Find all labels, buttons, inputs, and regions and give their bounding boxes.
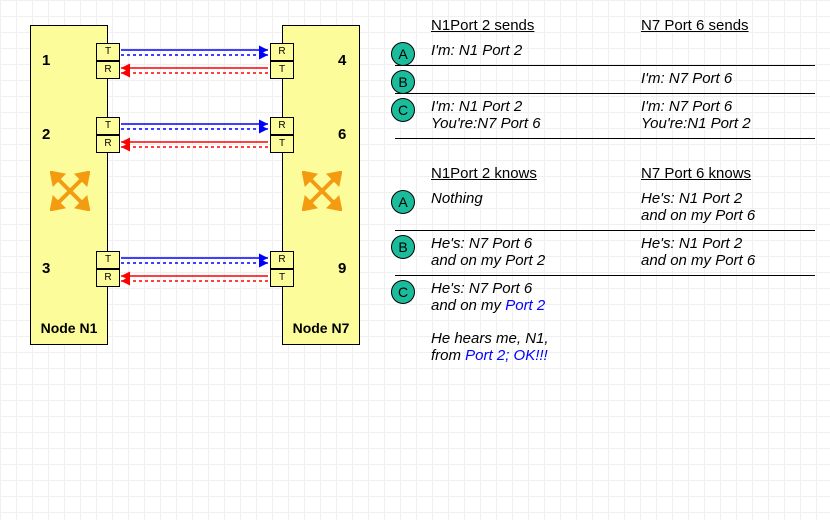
knows-c-left: He's: N7 Port 6 and on my Port 2 <box>395 280 605 314</box>
knows-badge-b: B <box>391 235 415 259</box>
port-3-rx: R <box>96 269 120 287</box>
port-6-rx: R <box>270 117 294 135</box>
port-9-number: 9 <box>338 260 346 277</box>
knows-c-left-blue: Port 2 <box>505 297 545 314</box>
port-2-tx: T <box>96 117 120 135</box>
final-note: He hears me, N1, from Port 2; OK!!! <box>431 330 815 364</box>
knows-row-c: C He's: N7 Port 6 and on my Port 2 <box>395 276 815 320</box>
port-9-stack: R T 9 <box>270 251 294 287</box>
sends-c-left: I'm: N1 Port 2 You're:N7 Port 6 <box>395 98 605 132</box>
port-4-tx: T <box>270 61 294 79</box>
knows-badge-c: C <box>391 280 415 304</box>
sends-row-a: A I'm: N1 Port 2 <box>395 38 815 66</box>
node-n1-label: Node N1 <box>31 320 107 336</box>
port-4-stack: R T 4 <box>270 43 294 79</box>
knows-b-right: He's: N1 Port 2 and on my Port 6 <box>605 235 815 269</box>
sends-header-left: N1Port 2 sends <box>395 15 605 38</box>
port-6-number: 6 <box>338 126 346 143</box>
knows-a-left: Nothing <box>395 190 605 207</box>
node-link-diagram: Node N1 Node N7 T R 1 T R 2 T R 3 R T 4 … <box>10 25 380 365</box>
port-6-tx: T <box>270 135 294 153</box>
knows-badge-a: A <box>391 190 415 214</box>
protocol-tables: N1Port 2 sends N7 Port 6 sends A I'm: N1… <box>395 15 815 388</box>
sends-b-right: I'm: N7 Port 6 <box>605 70 815 87</box>
knows-row-a: A Nothing He's: N1 Port 2 and on my Port… <box>395 186 815 231</box>
knows-table: N1Port 2 knows N7 Port 6 knows A Nothing… <box>395 163 815 364</box>
port-9-rx: R <box>270 251 294 269</box>
port-1-rx: R <box>96 61 120 79</box>
node-n7-label: Node N7 <box>283 320 359 336</box>
sends-a-left: I'm: N1 Port 2 <box>395 42 605 59</box>
port-9-tx: T <box>270 269 294 287</box>
port-4-number: 4 <box>338 52 346 69</box>
knows-header-left: N1Port 2 knows <box>395 163 605 186</box>
port-3-tx: T <box>96 251 120 269</box>
sends-row-b: B I'm: N7 Port 6 <box>395 66 815 94</box>
badge-c: C <box>391 98 415 122</box>
knows-b-left: He's: N7 Port 6 and on my Port 2 <box>395 235 605 269</box>
port-2-number: 2 <box>42 126 50 143</box>
port-3-stack: T R 3 <box>96 251 120 287</box>
final-note-blue: Port 2; OK!!! <box>465 347 548 364</box>
port-4-rx: R <box>270 43 294 61</box>
knows-a-right: He's: N1 Port 2 and on my Port 6 <box>605 190 815 224</box>
knows-row-b: B He's: N7 Port 6 and on my Port 2 He's:… <box>395 231 815 276</box>
port-3-number: 3 <box>42 260 50 277</box>
sends-c-right: I'm: N7 Port 6 You're:N1 Port 2 <box>605 98 815 132</box>
port-1-number: 1 <box>42 52 50 69</box>
sends-table: N1Port 2 sends N7 Port 6 sends A I'm: N1… <box>395 15 815 139</box>
switch-icon-left <box>50 171 90 211</box>
badge-a: A <box>391 42 415 66</box>
knows-header-right: N7 Port 6 knows <box>605 163 815 186</box>
sends-header-right: N7 Port 6 sends <box>605 15 815 38</box>
port-2-stack: T R 2 <box>96 117 120 153</box>
switch-icon-right <box>302 171 342 211</box>
badge-b: B <box>391 70 415 94</box>
sends-row-c: C I'm: N1 Port 2 You're:N7 Port 6 I'm: N… <box>395 94 815 139</box>
port-1-tx: T <box>96 43 120 61</box>
port-6-stack: R T 6 <box>270 117 294 153</box>
port-2-rx: R <box>96 135 120 153</box>
port-1-stack: T R 1 <box>96 43 120 79</box>
